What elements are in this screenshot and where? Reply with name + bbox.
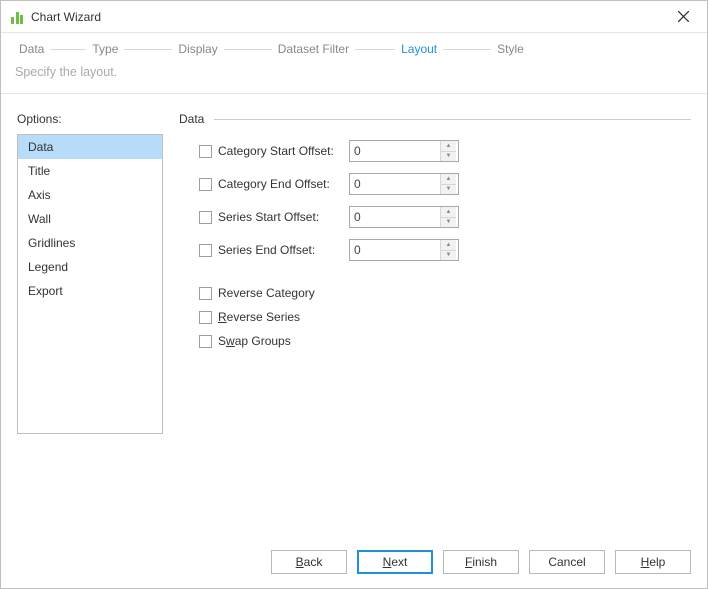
spinner-down-icon[interactable]: ▼ bbox=[441, 185, 456, 195]
label-category-start-offset[interactable]: Category Start Offset: bbox=[199, 144, 349, 158]
step-separator bbox=[224, 49, 272, 50]
options-column: Options: Data Title Axis Wall Gridlines … bbox=[17, 112, 163, 530]
step-style[interactable]: Style bbox=[493, 42, 528, 56]
wizard-subtitle: Specify the layout. bbox=[1, 65, 707, 93]
options-item-title[interactable]: Title bbox=[18, 159, 162, 183]
options-list[interactable]: Data Title Axis Wall Gridlines Legend Ex… bbox=[17, 134, 163, 434]
step-layout[interactable]: Layout bbox=[397, 42, 441, 56]
close-button[interactable] bbox=[669, 3, 697, 31]
row-swap-groups[interactable]: Swap Groups bbox=[179, 334, 691, 348]
spinner-arrows: ▲ ▼ bbox=[440, 207, 456, 227]
button-bar: Back Next Finish Cancel Help bbox=[1, 540, 707, 588]
next-button[interactable]: Next bbox=[357, 550, 433, 574]
row-category-start-offset: Category Start Offset: ▲ ▼ bbox=[179, 140, 691, 162]
step-display[interactable]: Display bbox=[174, 42, 221, 56]
section-title: Data bbox=[179, 112, 204, 126]
spinner-arrows: ▲ ▼ bbox=[440, 174, 456, 194]
back-button[interactable]: Back bbox=[271, 550, 347, 574]
spinner-arrows: ▲ ▼ bbox=[440, 141, 456, 161]
input-series-end-offset[interactable] bbox=[350, 240, 440, 260]
options-label: Options: bbox=[17, 112, 163, 126]
spinner-category-start-offset: ▲ ▼ bbox=[349, 140, 459, 162]
spinner-up-icon[interactable]: ▲ bbox=[441, 141, 456, 152]
label-text: Series End Offset: bbox=[218, 243, 315, 257]
titlebar: Chart Wizard bbox=[1, 1, 707, 33]
wizard-steps: Data Type Display Dataset Filter Layout … bbox=[1, 33, 707, 65]
spinner-down-icon[interactable]: ▼ bbox=[441, 152, 456, 162]
checkbox-reverse-series[interactable] bbox=[199, 311, 212, 324]
label-reverse-category: Reverse Category bbox=[218, 286, 315, 300]
section-header: Data bbox=[179, 112, 691, 126]
body-area: Options: Data Title Axis Wall Gridlines … bbox=[1, 94, 707, 540]
help-button[interactable]: Help bbox=[615, 550, 691, 574]
spinner-arrows: ▲ ▼ bbox=[440, 240, 456, 260]
input-category-end-offset[interactable] bbox=[350, 174, 440, 194]
cancel-button[interactable]: Cancel bbox=[529, 550, 605, 574]
bar-chart-icon bbox=[11, 10, 23, 24]
options-item-wall[interactable]: Wall bbox=[18, 207, 162, 231]
step-separator bbox=[124, 49, 172, 50]
checkbox-category-end-offset[interactable] bbox=[199, 178, 212, 191]
row-reverse-category[interactable]: Reverse Category bbox=[179, 286, 691, 300]
row-series-start-offset: Series Start Offset: ▲ ▼ bbox=[179, 206, 691, 228]
step-type[interactable]: Type bbox=[88, 42, 122, 56]
spinner-up-icon[interactable]: ▲ bbox=[441, 207, 456, 218]
options-item-axis[interactable]: Axis bbox=[18, 183, 162, 207]
label-reverse-series: Reverse Series bbox=[218, 310, 300, 324]
spinner-series-start-offset: ▲ ▼ bbox=[349, 206, 459, 228]
step-separator bbox=[50, 49, 86, 50]
row-series-end-offset: Series End Offset: ▲ ▼ bbox=[179, 239, 691, 261]
label-text: Category Start Offset: bbox=[218, 144, 334, 158]
label-text: Series Start Offset: bbox=[218, 210, 319, 224]
step-separator bbox=[355, 49, 395, 50]
options-item-gridlines[interactable]: Gridlines bbox=[18, 231, 162, 255]
spinner-series-end-offset: ▲ ▼ bbox=[349, 239, 459, 261]
options-item-data[interactable]: Data bbox=[18, 135, 162, 159]
chart-wizard-dialog: Chart Wizard Data Type Display Dataset F… bbox=[0, 0, 708, 589]
label-series-start-offset[interactable]: Series Start Offset: bbox=[199, 210, 349, 224]
dialog-title: Chart Wizard bbox=[31, 10, 101, 24]
label-category-end-offset[interactable]: Category End Offset: bbox=[199, 177, 349, 191]
label-series-end-offset[interactable]: Series End Offset: bbox=[199, 243, 349, 257]
input-series-start-offset[interactable] bbox=[350, 207, 440, 227]
spinner-category-end-offset: ▲ ▼ bbox=[349, 173, 459, 195]
input-category-start-offset[interactable] bbox=[350, 141, 440, 161]
finish-button[interactable]: Finish bbox=[443, 550, 519, 574]
step-dataset-filter[interactable]: Dataset Filter bbox=[274, 42, 353, 56]
content-column: Data Category Start Offset: ▲ ▼ bbox=[179, 112, 691, 530]
row-category-end-offset: Category End Offset: ▲ ▼ bbox=[179, 173, 691, 195]
checkbox-category-start-offset[interactable] bbox=[199, 145, 212, 158]
checkbox-series-end-offset[interactable] bbox=[199, 244, 212, 257]
spinner-down-icon[interactable]: ▼ bbox=[441, 251, 456, 261]
options-item-export[interactable]: Export bbox=[18, 279, 162, 303]
label-swap-groups: Swap Groups bbox=[218, 334, 291, 348]
row-reverse-series[interactable]: Reverse Series bbox=[179, 310, 691, 324]
spinner-up-icon[interactable]: ▲ bbox=[441, 240, 456, 251]
label-text: Category End Offset: bbox=[218, 177, 330, 191]
spinner-up-icon[interactable]: ▲ bbox=[441, 174, 456, 185]
section-line bbox=[214, 119, 691, 120]
checkbox-swap-groups[interactable] bbox=[199, 335, 212, 348]
spinner-down-icon[interactable]: ▼ bbox=[441, 218, 456, 228]
checkbox-series-start-offset[interactable] bbox=[199, 211, 212, 224]
options-item-legend[interactable]: Legend bbox=[18, 255, 162, 279]
step-separator bbox=[443, 49, 491, 50]
checkbox-reverse-category[interactable] bbox=[199, 287, 212, 300]
step-data[interactable]: Data bbox=[15, 42, 48, 56]
